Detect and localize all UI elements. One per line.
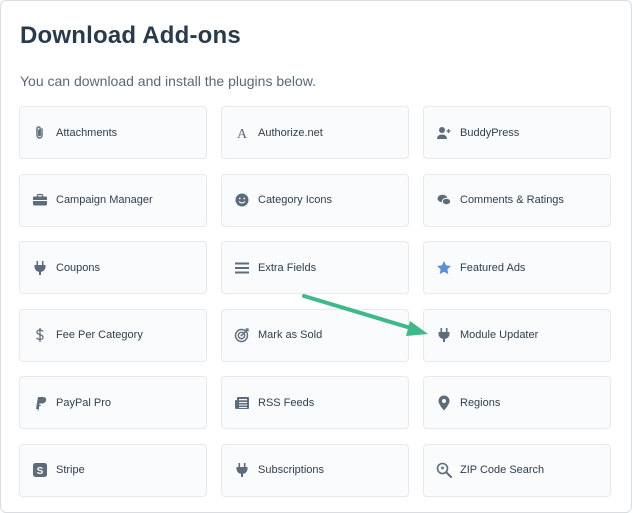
addon-label: Attachments [56,126,118,139]
paperclip-icon [32,125,48,141]
addon-label: Authorize.net [258,126,323,139]
page-subtitle: You can download and install the plugins… [20,73,317,89]
addon-card[interactable]: Category Icons [221,173,409,227]
addon-card[interactable]: Extra Fields [221,241,409,294]
addon-label: Mark as Sold [258,329,323,341]
addon-label: Subscriptions [258,464,325,476]
addon-card[interactable]: Coupons [19,241,207,294]
plug-icon [234,462,250,478]
addon-label: Stripe [56,464,85,476]
bars-icon [234,260,250,276]
dollar-icon [32,327,48,343]
addon-card[interactable]: BuddyPress [423,106,611,159]
addon-card[interactable]: Mark as Sold [221,308,409,362]
addon-label: Category Icons [258,194,332,206]
addon-card[interactable]: Comments & Ratings [423,173,611,227]
stripe-icon: S [32,462,48,478]
addon-label: Extra Fields [258,261,317,274]
paypal-icon [32,395,48,411]
addon-label: Campaign Manager [56,194,153,206]
star-icon [436,260,452,276]
page-title: Download Add-ons [20,22,241,49]
smiley-icon [234,192,250,208]
newspaper-icon [234,395,250,411]
addon-label: PayPal Pro [56,396,112,409]
addon-label: RSS Feeds [258,396,315,409]
addon-card[interactable]: S Stripe [19,443,207,497]
map-pin-icon [436,395,452,411]
addon-card[interactable]: Attachments [19,106,207,159]
search-location-icon [436,462,452,478]
addon-card[interactable]: Campaign Manager [19,173,207,227]
svg-text:A: A [237,127,248,141]
addon-card[interactable]: Regions [423,376,611,429]
addon-label: Featured Ads [460,261,526,274]
addon-card[interactable]: Fee Per Category [19,308,207,362]
addon-card[interactable]: RSS Feeds [221,376,409,429]
bullseye-icon [234,327,250,343]
addon-grid: Attachments A Authorize.net BuddyPress Campa… [19,106,611,497]
addon-card[interactable]: Featured Ads [423,241,611,294]
addon-label: Comments & Ratings [460,194,564,206]
addon-label: Fee Per Category [56,329,143,341]
addon-label: ZIP Code Search [460,464,545,476]
addon-card[interactable]: A Authorize.net [221,106,409,159]
font-a-icon: A [234,125,250,141]
plug-icon [436,327,452,343]
addon-card[interactable]: Subscriptions [221,443,409,497]
plug-icon [32,260,48,276]
addon-label: Regions [460,396,501,409]
briefcase-icon [32,192,48,208]
addon-label: Coupons [56,261,101,274]
addon-label: Module Updater [460,329,539,341]
addon-card[interactable]: PayPal Pro [19,376,207,429]
addon-label: BuddyPress [460,126,520,139]
comments-icon [436,192,452,208]
addon-card[interactable]: ZIP Code Search [423,443,611,497]
svg-text:S: S [37,466,44,477]
addon-card[interactable]: Module Updater [423,308,611,362]
user-plus-icon [436,125,452,141]
